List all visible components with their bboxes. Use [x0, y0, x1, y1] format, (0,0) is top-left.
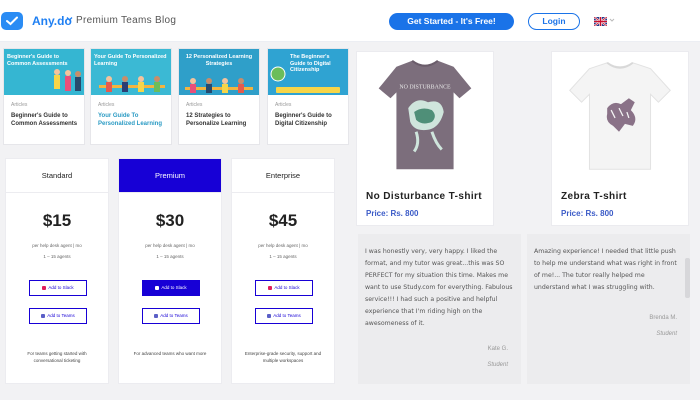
blog-thumbnail: Your Guide To Personalized Learning: [91, 49, 171, 95]
testimonial-text: I was honestly very, very happy. I liked…: [365, 248, 513, 327]
blog-title-link[interactable]: Beginner's Guide to Digital Citizenship: [275, 112, 345, 128]
add-to-teams-button[interactable]: Add to Teams: [142, 308, 200, 324]
thumb-title: Your Guide To Personalized Learning: [94, 54, 167, 67]
add-to-slack-button[interactable]: Add to Slack: [255, 280, 313, 296]
testimonial-card: Amazing experience! I needed that little…: [527, 234, 690, 384]
laptop-illustration-icon: [276, 87, 340, 93]
button-label: Add to Teams: [160, 313, 188, 318]
button-label: Add to Teams: [47, 313, 75, 318]
pricing-card-enterprise: Enterprise $45 per help desk agent | mo …: [231, 158, 335, 384]
blog-title: Premium Teams Blog: [76, 15, 177, 26]
anydo-logo-icon[interactable]: [1, 12, 23, 30]
students-illustration-icon: [185, 78, 253, 93]
plan-unit: per help desk agent | mo: [145, 243, 195, 248]
blog-card[interactable]: The Beginner's Guide to Digital Citizens…: [267, 48, 349, 145]
testimonial-author: Kate G.: [487, 346, 508, 352]
product-card[interactable]: Zebra T-shirt Price: Rs. 800: [551, 51, 689, 226]
testimonial-card: I was honestly very, very happy. I liked…: [358, 234, 521, 384]
add-to-slack-button[interactable]: Add to Slack: [29, 280, 87, 296]
tshirt-image: NO DISTURBANCE: [357, 52, 493, 179]
thumb-title: The Beginner's Guide to Digital Citizens…: [290, 54, 331, 73]
chevron-down-icon[interactable]: [66, 16, 73, 22]
plan-price: $45: [268, 211, 298, 230]
blog-category: Articles: [11, 102, 28, 108]
blog-title-link[interactable]: Beginner's Guide to Common Assessments: [11, 112, 81, 128]
login-button[interactable]: Login: [528, 13, 580, 30]
teams-icon: [267, 313, 272, 318]
plan-agents: 1 – 15 agents: [269, 254, 297, 259]
thumb-title: Beginner's Guide to Common Assessments: [7, 54, 68, 67]
button-label: Add to Teams: [273, 313, 301, 318]
classroom-illustration-icon: [99, 76, 165, 92]
product-price: Price: Rs. 800: [561, 209, 614, 218]
plan-unit: per help desk agent | mo: [258, 243, 308, 248]
plan-price: $30: [155, 211, 185, 230]
slack-icon: [155, 285, 160, 290]
add-to-slack-button[interactable]: Add to Slack: [142, 280, 200, 296]
svg-text:NO DISTURBANCE: NO DISTURBANCE: [399, 84, 451, 90]
blog-category: Articles: [186, 102, 203, 108]
thumb-title: 12 Personalized Learning Strategies: [185, 54, 253, 67]
blog-card[interactable]: Your Guide To Personalized Learning Arti…: [90, 48, 172, 145]
globe-illustration-icon: [270, 66, 286, 82]
plan-description: Enterprise-grade security, support and m…: [244, 351, 322, 363]
blog-thumbnail: 12 Personalized Learning Strategies: [179, 49, 259, 95]
plan-name: Standard: [6, 159, 108, 193]
testimonial-author: Brenda M.: [649, 315, 677, 321]
plan-unit: per help desk agent | mo: [32, 243, 82, 248]
testimonial-text: Amazing experience! I needed that little…: [534, 248, 677, 291]
slack-icon: [42, 285, 47, 290]
product-card[interactable]: NO DISTURBANCE No Disturbance T-shirt Pr…: [356, 51, 494, 226]
plan-agents: 1 – 15 agents: [156, 254, 184, 259]
product-price: Price: Rs. 800: [366, 209, 419, 218]
uk-flag-icon[interactable]: [594, 17, 607, 26]
blog-card[interactable]: Beginner's Guide to Common Assessments A…: [3, 48, 85, 145]
blog-title-link[interactable]: Your Guide To Personalized Learning: [98, 112, 168, 128]
blog-thumbnail: The Beginner's Guide to Digital Citizens…: [268, 49, 348, 95]
plan-description: For advanced teams who want more: [133, 351, 207, 356]
blog-category: Articles: [98, 102, 115, 108]
plan-name: Enterprise: [232, 159, 334, 193]
slack-icon: [268, 285, 273, 290]
language-chevron-icon[interactable]: [609, 16, 615, 24]
testimonial-role: Student: [487, 362, 508, 368]
plan-agents: 1 – 15 agents: [43, 254, 71, 259]
pricing-card-standard: Standard $15 per help desk agent | mo 1 …: [5, 158, 109, 384]
blog-title-link[interactable]: 12 Strategies to Personalize Learning: [186, 112, 256, 128]
top-nav: Any.do Premium Teams Blog Get Started - …: [0, 0, 700, 42]
teams-icon: [41, 313, 46, 318]
page: Any.do Premium Teams Blog Get Started - …: [0, 0, 700, 400]
testimonial-role: Student: [656, 331, 677, 337]
pricing-card-premium: Premium $30 per help desk agent | mo 1 –…: [118, 158, 222, 384]
button-label: Add to Slack: [161, 285, 187, 290]
add-to-teams-button[interactable]: Add to Teams: [255, 308, 313, 324]
scrollbar-thumb[interactable]: [685, 258, 690, 298]
plan-name: Premium: [119, 159, 221, 193]
plan-description: For teams getting started with conversat…: [27, 351, 87, 363]
blog-card[interactable]: 12 Personalized Learning Strategies Arti…: [178, 48, 260, 145]
button-label: Add to Slack: [274, 285, 300, 290]
people-illustration-icon: [54, 69, 81, 91]
product-name[interactable]: No Disturbance T-shirt: [366, 191, 482, 202]
blog-thumbnail: Beginner's Guide to Common Assessments: [4, 49, 84, 95]
tshirt-image: [552, 52, 688, 179]
teams-icon: [154, 313, 159, 318]
button-label: Add to Slack: [48, 285, 74, 290]
plan-price: $15: [42, 211, 72, 230]
product-name[interactable]: Zebra T-shirt: [561, 191, 627, 202]
blog-category: Articles: [275, 102, 292, 108]
add-to-teams-button[interactable]: Add to Teams: [29, 308, 87, 324]
get-started-button[interactable]: Get Started - It's Free!: [389, 13, 514, 30]
